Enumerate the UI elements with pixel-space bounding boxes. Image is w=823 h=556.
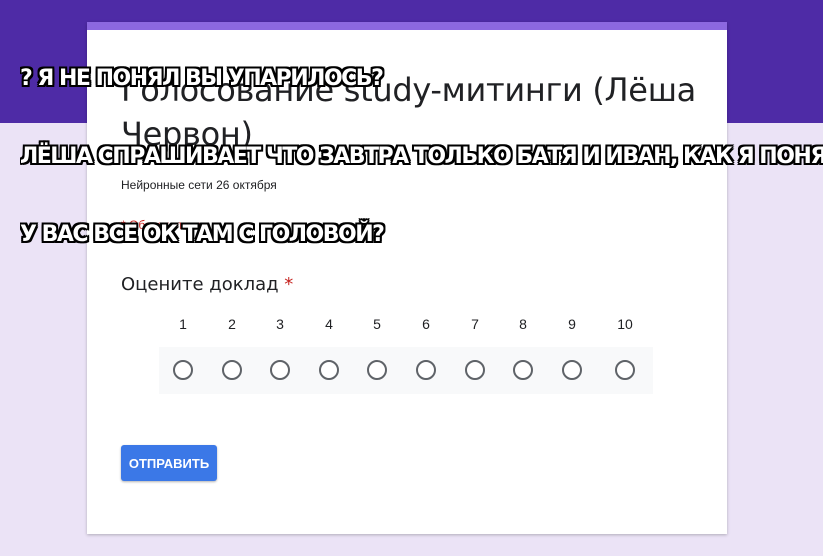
scale-radio-3[interactable] <box>270 360 290 380</box>
scale-radio-5[interactable] <box>367 360 387 380</box>
scale-labels: 1 2 3 4 5 6 7 8 9 10 <box>159 316 653 336</box>
scale-label-4: 4 <box>325 316 333 332</box>
scale-radio-7[interactable] <box>465 360 485 380</box>
linear-scale-row <box>159 347 653 394</box>
form-card: Голосование study-митинги (Лёша Червон) … <box>87 22 727 534</box>
form-title: Голосование study-митинги (Лёша Червон) <box>121 71 696 153</box>
scale-label-1: 1 <box>179 316 187 332</box>
card-accent-bar <box>87 22 727 30</box>
scale-label-2: 2 <box>228 316 236 332</box>
submit-button[interactable]: ОТПРАВИТЬ <box>121 445 217 481</box>
form-description: Нейронные сети 26 октября <box>121 178 277 192</box>
question-label: Оцените доклад <box>121 274 279 295</box>
required-note: * Обязательно <box>121 218 202 232</box>
scale-label-7: 7 <box>471 316 479 332</box>
scale-label-8: 8 <box>519 316 527 332</box>
scale-radio-8[interactable] <box>513 360 533 380</box>
scale-radio-1[interactable] <box>173 360 193 380</box>
scale-radio-10[interactable] <box>615 360 635 380</box>
question-title: Оцените доклад * <box>121 274 293 295</box>
scale-radio-2[interactable] <box>222 360 242 380</box>
scale-label-3: 3 <box>276 316 284 332</box>
scale-label-9: 9 <box>568 316 576 332</box>
scale-radio-4[interactable] <box>319 360 339 380</box>
scale-label-6: 6 <box>422 316 430 332</box>
required-asterisk: * <box>284 274 294 295</box>
scale-label-5: 5 <box>373 316 381 332</box>
scale-radio-9[interactable] <box>562 360 582 380</box>
scale-radio-6[interactable] <box>416 360 436 380</box>
scale-label-10: 10 <box>617 316 633 332</box>
